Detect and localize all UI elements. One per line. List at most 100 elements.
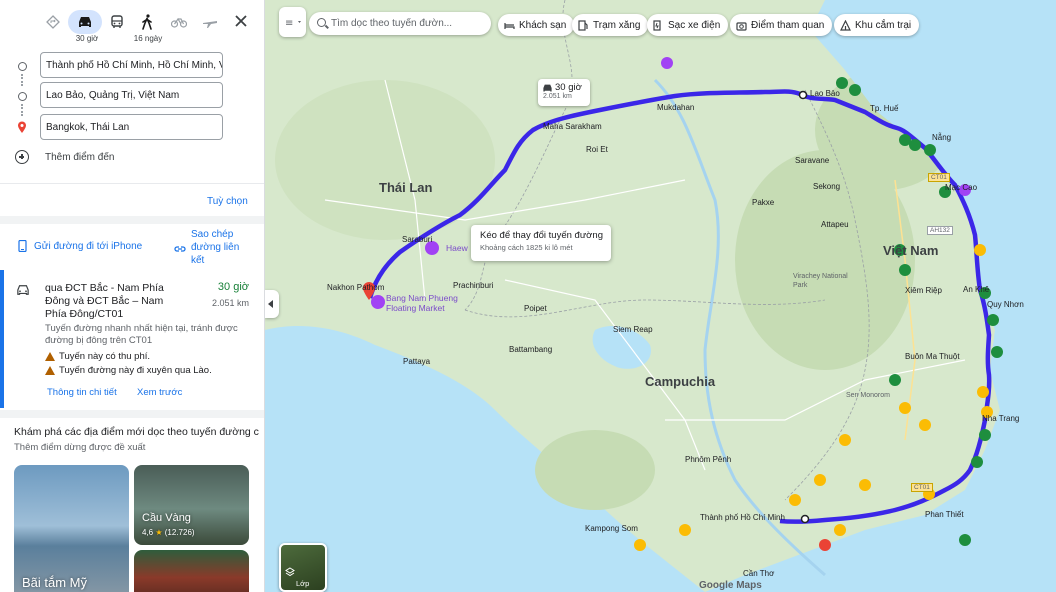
phone-send-icon	[18, 240, 27, 252]
details-link[interactable]: Thông tin chi tiết	[47, 387, 117, 398]
gas-pump-icon	[578, 19, 588, 31]
bus-icon	[111, 15, 123, 28]
city-label: Pakxe	[752, 198, 775, 207]
share-row: Gửi đường đi tới iPhone Sao chép đường l…	[0, 226, 264, 267]
chip-label: Khách sạn	[519, 19, 567, 31]
mode-driving[interactable]	[68, 10, 102, 34]
city-label: Xiêm Riệp	[905, 286, 942, 295]
tooltip-subtitle: Khoảng cách 1825 ki lô mét	[480, 243, 573, 252]
close-icon[interactable]	[232, 12, 250, 30]
layers-button[interactable]: Lớp	[279, 543, 327, 592]
copy-link-button[interactable]: Sao chép đường liên kết	[174, 228, 251, 267]
place-rating: 4,6	[142, 528, 154, 537]
route-shield: CT01	[911, 483, 933, 492]
layers-icon	[285, 567, 295, 577]
toll-warning: Tuyến này có thu phí.	[45, 351, 150, 362]
city-label: Cần Thơ	[743, 569, 775, 578]
mode-walking[interactable]	[130, 10, 164, 34]
car-icon	[17, 285, 29, 295]
bed-icon	[504, 22, 515, 29]
city-label: Saravane	[795, 156, 830, 165]
route-description: Tuyến đường nhanh nhất hiện tại, tránh đ…	[45, 323, 238, 346]
city-label: Poipet	[524, 304, 547, 313]
place-card-golden-bridge[interactable]: Cầu Vàng 4,6 ★ (12.726)	[134, 465, 249, 545]
explore-subtitle: Thêm điểm dừng được đề xuất	[14, 442, 146, 453]
chip-ev-charging[interactable]: Sạc xe điện	[647, 14, 729, 36]
place-card-temple[interactable]	[134, 550, 249, 592]
route-title: qua ĐCT Bắc - Nam Phía Đông và ĐCT Bắc –…	[45, 282, 164, 320]
bubble-duration: 30 giờ	[555, 82, 582, 93]
city-label: An Khê	[963, 285, 990, 294]
city-label: Phan Thiết	[925, 510, 964, 519]
tooltip-title: Kéo để thay đổi tuyến đường	[480, 230, 603, 241]
walking-time: 16 ngày	[133, 34, 163, 43]
toll-warning-text: Tuyến này có thu phí.	[59, 351, 151, 362]
city-label: Nakhon Pathom	[327, 283, 385, 292]
bubble-distance: 2.051 km	[543, 93, 572, 100]
stop-destination: Bangkok, Thái Lan	[0, 114, 264, 142]
waypoint-dot-icon	[18, 92, 27, 101]
origin-input[interactable]: Thành phố Hồ Chí Minh, Hồ Chí Minh, Việt…	[40, 52, 223, 78]
warning-icon	[45, 352, 55, 361]
route-shield: CT01	[928, 173, 950, 182]
menu-dropdown-icon: ≡	[285, 18, 301, 29]
chip-campgrounds[interactable]: Khu cắm trại	[834, 14, 920, 36]
search-along-route-input[interactable]: Tìm dọc theo tuyến đườn...	[309, 12, 491, 35]
city-label: Roi Et	[586, 145, 608, 154]
car-icon	[79, 17, 91, 27]
city-label: Pattaya	[403, 357, 431, 366]
city-label: Phnôm Pênh	[685, 455, 732, 464]
airplane-icon	[203, 21, 217, 28]
map-canvas[interactable]: ≡ Tìm dọc theo tuyến đườn... Khách sạn T…	[265, 0, 1056, 592]
place-card-beach[interactable]: Bãi tắm Mỹ	[14, 465, 129, 592]
diamond-route-icon	[46, 15, 60, 29]
stop-waypoint: Lao Bảo, Quảng Trị, Việt Nam	[0, 82, 264, 110]
svg-text:≡: ≡	[285, 18, 293, 29]
chip-label: Trạm xăng	[593, 19, 641, 31]
add-destination-button[interactable]: Thêm điểm đến	[15, 150, 114, 164]
country-label: Việt Nam	[883, 243, 939, 258]
mode-cycling[interactable]	[162, 10, 196, 34]
collapse-panel-button[interactable]	[265, 290, 279, 318]
preview-link[interactable]: Xem trước	[137, 387, 182, 398]
bicycle-icon	[171, 17, 187, 28]
mode-transit[interactable]	[100, 10, 134, 34]
city-label: Maha Sarakham	[543, 122, 602, 131]
mode-flight[interactable]	[193, 10, 227, 34]
country-label: Campuchia	[645, 374, 716, 389]
chip-hotels[interactable]: Khách sạn	[498, 14, 575, 36]
section-divider	[0, 216, 264, 224]
warning-icon	[45, 366, 55, 375]
route-option-card[interactable]: qua ĐCT Bắc - Nam Phía Đông và ĐCT Bắc –…	[0, 270, 264, 408]
city-label: Nẵng	[932, 133, 952, 142]
divider	[0, 183, 264, 184]
route-distance: 2.051 km	[211, 298, 249, 308]
waypoint-input[interactable]: Lao Bảo, Quảng Trị, Việt Nam	[40, 82, 223, 108]
map-menu-button[interactable]: ≡	[279, 7, 306, 37]
poi-label: Bang Nam Phueng Floating Market	[386, 293, 458, 313]
origin-dot-icon	[18, 62, 27, 71]
city-label: Sekong	[813, 182, 841, 191]
stop-origin: Thành phố Hồ Chí Minh, Hồ Chí Minh, Việt…	[0, 52, 264, 80]
terrain-patch	[535, 430, 655, 510]
place-name: Bãi tắm Mỹ	[22, 575, 88, 590]
place-name: Cầu Vàng	[142, 512, 191, 524]
link-icon	[174, 246, 186, 252]
route-time-bubble[interactable]: 30 giờ 2.051 km	[538, 79, 590, 106]
send-to-phone-button[interactable]: Gửi đường đi tới iPhone	[18, 240, 142, 252]
destination-input[interactable]: Bangkok, Thái Lan	[40, 114, 223, 140]
layers-label: Lớp	[296, 579, 310, 588]
section-divider	[0, 410, 264, 418]
mode-best-route[interactable]	[36, 10, 70, 34]
directions-panel: 30 giờ 16 ngày Thành phố Hồ Chí Minh, Hồ…	[0, 0, 265, 592]
place-reviews: (12.726)	[164, 528, 195, 537]
send-to-phone-label: Gửi đường đi tới iPhone	[34, 240, 143, 252]
camera-icon	[736, 21, 747, 31]
google-maps-logo: Google Maps	[699, 580, 762, 591]
chip-gas-stations[interactable]: Trạm xăng	[572, 14, 649, 36]
options-link[interactable]: Tuỳ chọn	[207, 196, 248, 207]
travel-mode-bar: 30 giờ 16 ngày	[0, 0, 264, 48]
drag-route-tooltip: Kéo để thay đổi tuyến đường Khoảng cách …	[471, 225, 611, 261]
laos-warning-text: Tuyến đường này đi xuyên qua Lào.	[59, 365, 212, 376]
chip-attractions[interactable]: Điểm tham quan	[730, 14, 833, 36]
